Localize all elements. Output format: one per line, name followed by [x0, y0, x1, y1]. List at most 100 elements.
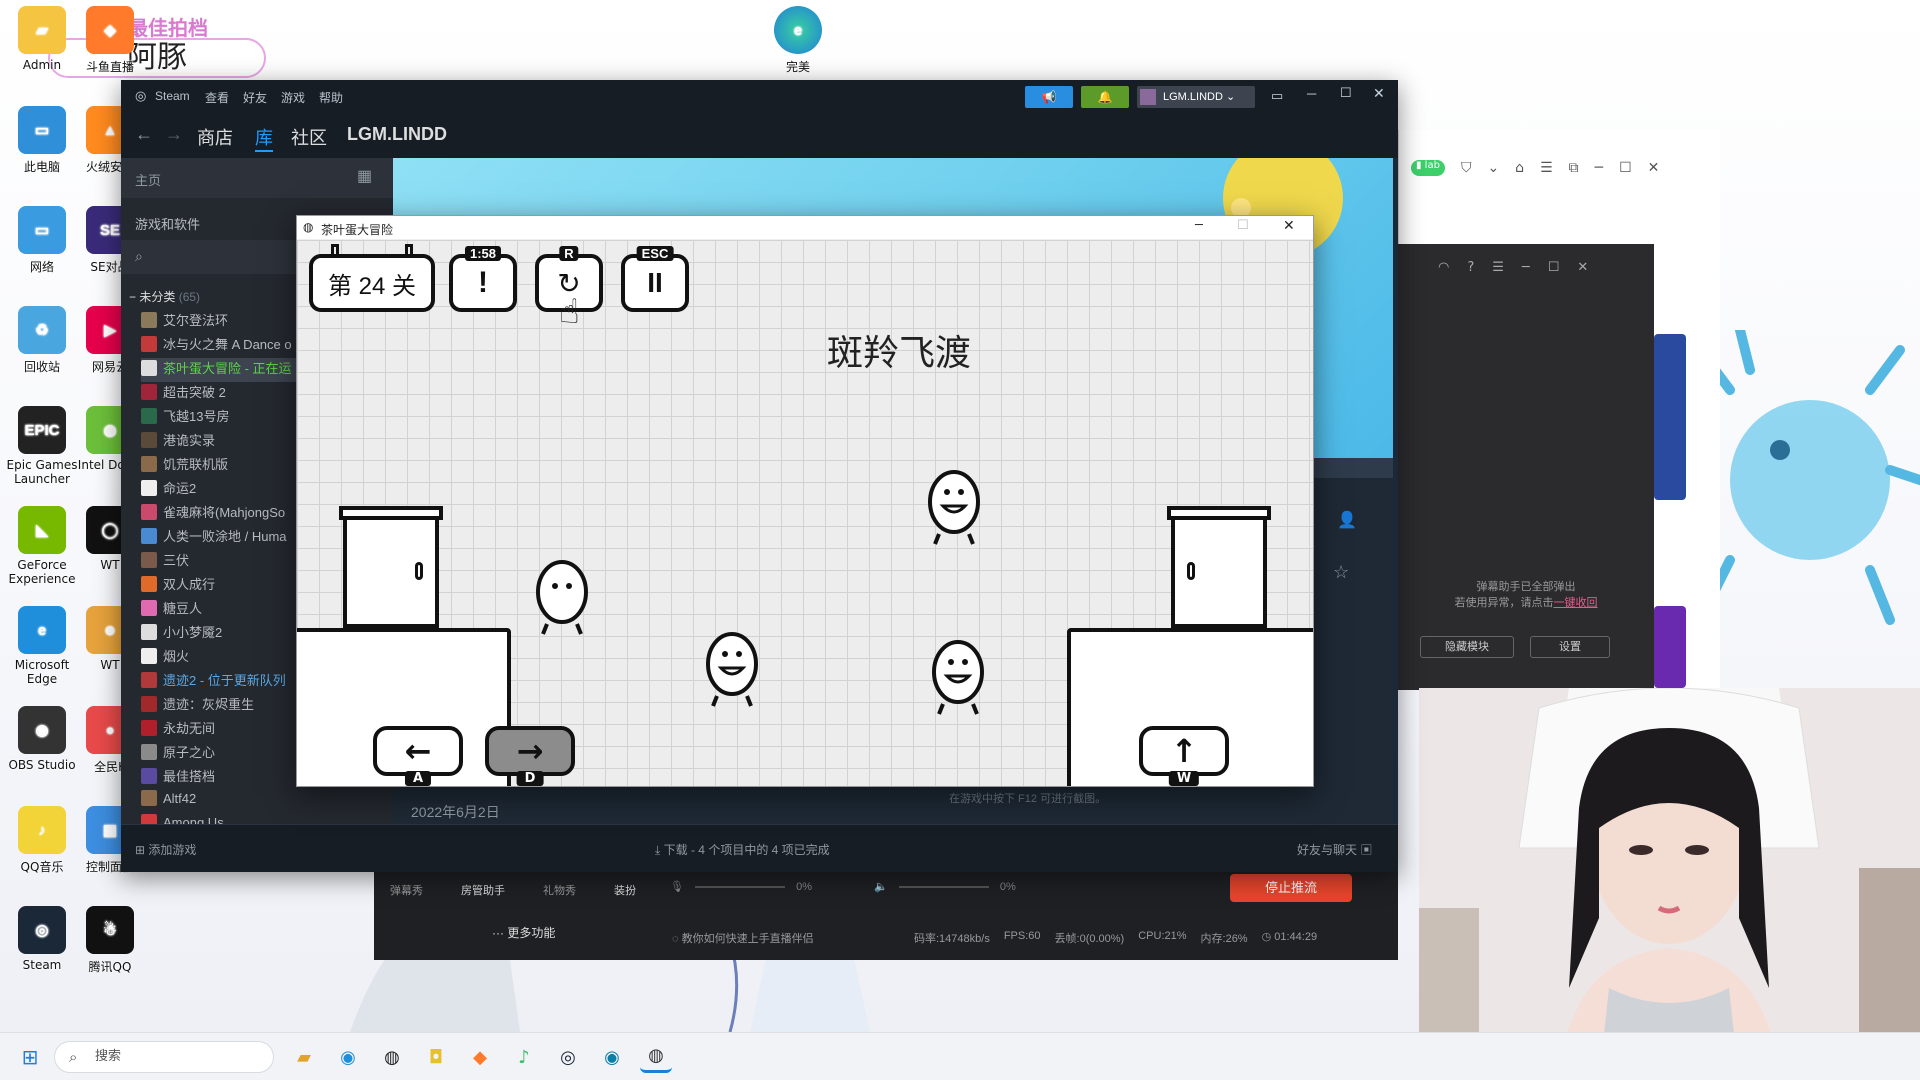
taskbar-edge[interactable]: ◉ — [332, 1041, 364, 1073]
stream-tab[interactable]: 弹幕秀 — [390, 882, 423, 898]
star-icon[interactable]: ☆ — [1333, 562, 1349, 583]
taskbar-explorer[interactable]: ▰ — [288, 1041, 320, 1073]
downloads-status[interactable]: ⤓ 下载 - 4 个项目中的 4 项已完成 — [655, 841, 830, 858]
desktop-icon-label: WT — [100, 558, 120, 572]
mic-slider[interactable] — [695, 886, 786, 889]
taskbar-app-yellow[interactable]: ◘ — [420, 1041, 452, 1073]
taskbar-search[interactable]: ⌕ 搜索 — [54, 1041, 274, 1073]
esc-key-label: ESC — [636, 246, 674, 261]
game-canvas[interactable]: 第 24 关 1:58 ! R ↻ ☝ ESC II 斑羚飞渡 ← A → D … — [297, 240, 1313, 786]
tab-library[interactable]: 库 — [255, 124, 273, 152]
close-icon[interactable]: ✕ — [1373, 85, 1385, 102]
game-icon — [141, 790, 157, 806]
windows-icon: ⊞ — [21, 1045, 39, 1069]
friends-chat-button[interactable]: 好友与聊天 ▣ — [1297, 841, 1372, 858]
danmu-msg1: 弹幕助手已全部弹出 — [1476, 580, 1576, 593]
close-icon[interactable]: ✕ — [1283, 218, 1295, 234]
mic-volume[interactable]: 🎙 0% — [670, 880, 812, 893]
desktop-app-icon: EPIC — [18, 406, 66, 454]
taskbar-app-teal[interactable]: ◉ — [596, 1041, 628, 1073]
back-arrow-icon[interactable]: ← — [135, 124, 153, 145]
shield-icon[interactable]: ⛉ — [1461, 160, 1472, 176]
settings-button[interactable]: 设置 — [1530, 636, 1610, 658]
notifications-button[interactable]: 🔔 — [1081, 86, 1129, 108]
tab-community[interactable]: 社区 — [291, 124, 327, 150]
close-icon[interactable]: ✕ — [1648, 160, 1660, 176]
desktop-app-icon: e — [18, 606, 66, 654]
hand-cursor-icon: ☝ — [559, 292, 580, 332]
taskbar-app-obs[interactable]: ◍ — [376, 1041, 408, 1073]
tab-store[interactable]: 商店 — [197, 124, 233, 150]
user-name: LGM.LINDD — [1163, 91, 1223, 103]
desktop-icon[interactable]: ☃ 腾讯QQ — [68, 906, 152, 975]
maximize-icon[interactable]: ☐ — [1548, 260, 1560, 275]
minimize-icon[interactable]: ─ — [1195, 218, 1203, 233]
speaker-volume[interactable]: 🔈 0% — [874, 880, 1016, 893]
game-list-item[interactable]: Altf42 — [141, 790, 391, 814]
pip-icon[interactable]: ⧉ — [1569, 160, 1579, 176]
stop-stream-button[interactable]: 停止推流 — [1230, 874, 1352, 902]
egg-character — [706, 632, 758, 707]
desktop-icon-edge-top[interactable]: e 完美 — [756, 6, 840, 75]
forward-arrow-icon[interactable]: → — [165, 124, 183, 145]
minimize-icon[interactable]: ─ — [1522, 260, 1530, 275]
stream-tab[interactable]: 房管助手 — [461, 882, 505, 898]
speaker-slider[interactable] — [898, 886, 989, 889]
more-features-button[interactable]: ··· 更多功能 — [492, 924, 555, 941]
sidebar-home[interactable]: 主页 ▦ — [121, 158, 393, 198]
jump-button[interactable]: ↑ W — [1139, 726, 1229, 786]
user-menu-button[interactable]: LGM.LINDD ⌄ — [1137, 86, 1255, 108]
hint-button[interactable]: 1:58 ! — [449, 246, 517, 312]
desktop-icon-label: 腾讯QQ — [88, 960, 132, 974]
close-icon[interactable]: ✕ — [1577, 260, 1588, 275]
hide-module-button[interactable]: 隐藏模块 — [1420, 636, 1514, 658]
move-left-button[interactable]: ← A — [373, 726, 463, 786]
game-icon — [141, 696, 157, 712]
minimize-icon[interactable]: ─ — [1595, 160, 1603, 176]
menu-friends[interactable]: 好友 — [243, 89, 267, 106]
taskbar-steam[interactable]: ◎ — [552, 1041, 584, 1073]
maximize-icon[interactable]: ☐ — [1619, 160, 1632, 176]
help-icon[interactable]: ? — [1467, 260, 1474, 275]
menu-games[interactable]: 游戏 — [281, 89, 305, 106]
menu-help[interactable]: 帮助 — [319, 89, 343, 106]
move-right-button[interactable]: → D — [485, 726, 575, 786]
headset-icon[interactable]: ◠ — [1438, 260, 1449, 275]
cpu-usage: CPU:21% — [1138, 930, 1187, 942]
download-icon: ⤓ — [655, 843, 664, 857]
taskbar-app-douyu[interactable]: ◆ — [464, 1041, 496, 1073]
taskbar-game[interactable]: ◍ — [640, 1041, 672, 1073]
maximize-icon[interactable]: ☐ — [1237, 218, 1249, 233]
taskbar-qqmusic[interactable]: ♪ — [508, 1041, 540, 1073]
tab-profile[interactable]: LGM.LINDD — [347, 124, 447, 145]
game-window: ◍ 茶叶蛋大冒险 ─ ☐ ✕ 第 24 关 1:58 ! R ↻ ☝ ESC I… — [296, 215, 1314, 787]
recall-link[interactable]: 一键收回 — [1554, 596, 1598, 609]
menu-icon[interactable]: ☰ — [1540, 160, 1553, 176]
sidebar-group[interactable]: − 未分类 (65) — [129, 288, 200, 305]
menu-steam[interactable]: Steam — [155, 89, 190, 103]
game-title: 茶叶蛋大冒险 — [321, 223, 394, 237]
stream-tab[interactable]: 礼物秀 — [543, 882, 576, 898]
pause-button[interactable]: ESC II — [621, 246, 689, 312]
add-game-button[interactable]: ⊞ 添加游戏 — [135, 841, 196, 858]
bitrate: 码率:14748kb/s — [914, 933, 990, 945]
desktop-icon[interactable]: ◆ 斗鱼直播 — [68, 6, 152, 75]
big-picture-icon[interactable]: ▭ — [1271, 88, 1283, 104]
stream-tab[interactable]: 装扮 — [614, 882, 636, 898]
maximize-icon[interactable]: ☐ — [1340, 85, 1352, 101]
minimize-icon[interactable]: ─ — [1307, 86, 1316, 101]
stream-hint[interactable]: ◌ 教你如何快速上手直播伴侣 — [672, 930, 814, 946]
steam-logo-icon: ◎ — [135, 88, 147, 103]
sidebar-category[interactable]: 游戏和软件 — [135, 214, 200, 233]
chevron-down-icon[interactable]: ⌄ — [1487, 160, 1499, 176]
desktop-app-icon: ▭ — [18, 106, 66, 154]
broadcast-button[interactable]: 📢 — [1025, 86, 1073, 108]
grid-icon[interactable]: ▦ — [357, 166, 372, 186]
gift-icon[interactable]: ⌂ — [1515, 160, 1524, 176]
menu-view[interactable]: 查看 — [205, 89, 229, 106]
avatar — [1140, 89, 1156, 105]
fps: FPS:60 — [1003, 930, 1041, 942]
friends-chat-label: 好友与聊天 — [1297, 843, 1358, 857]
start-button[interactable]: ⊞ — [14, 1041, 46, 1073]
menu-icon[interactable]: ☰ — [1492, 260, 1504, 275]
